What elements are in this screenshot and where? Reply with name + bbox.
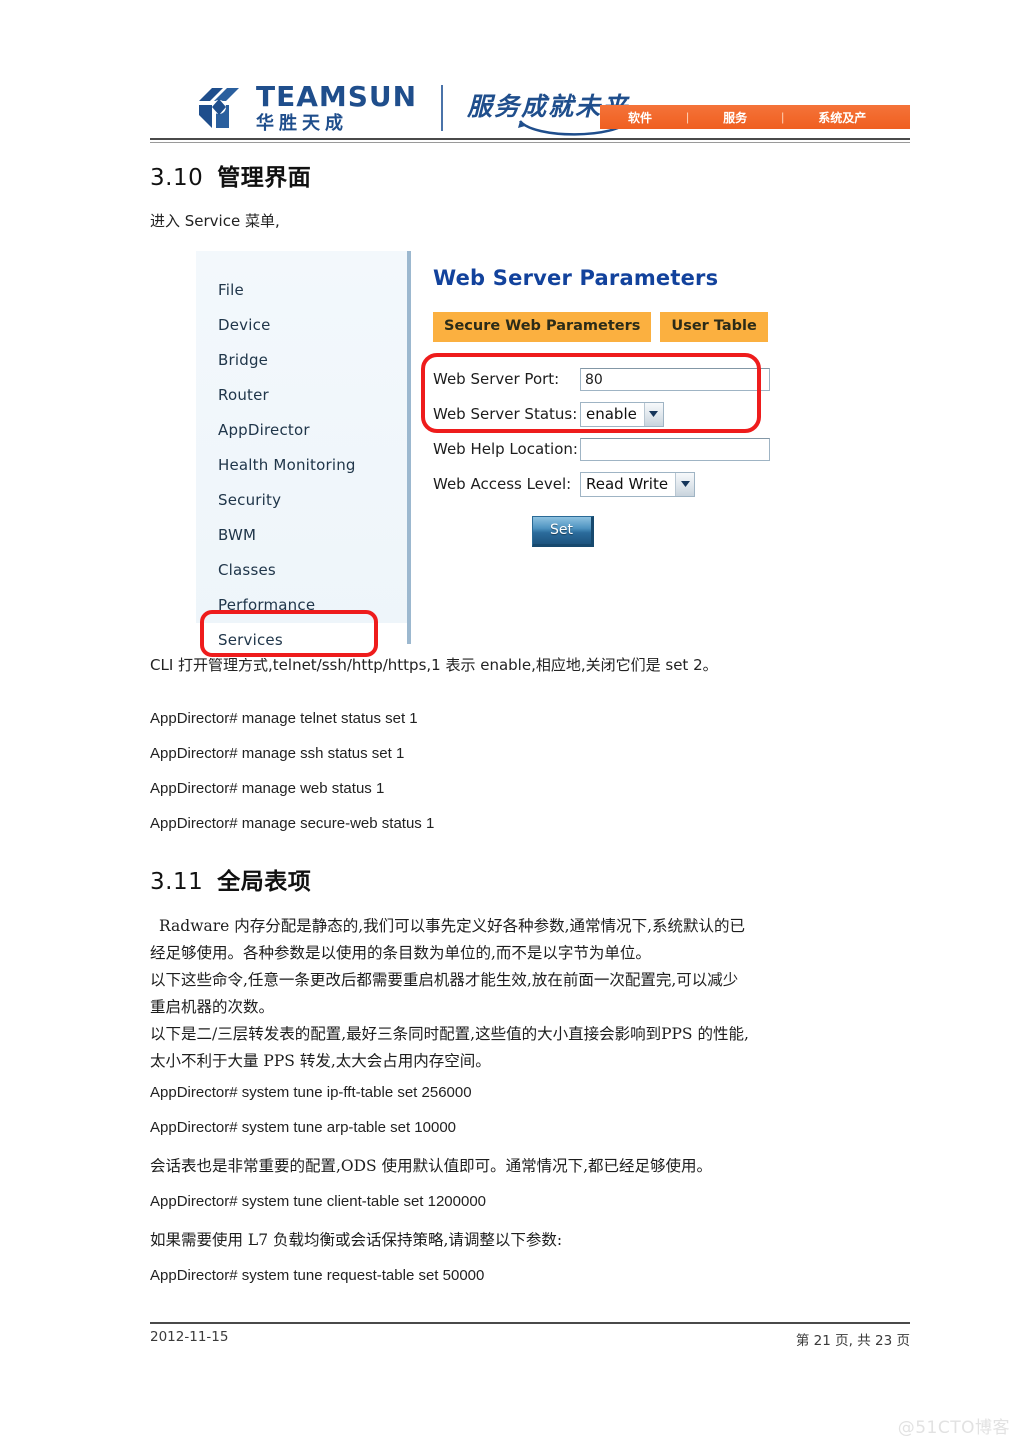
sidebar-item-bridge[interactable]: Bridge <box>196 343 407 378</box>
embedded-app-screenshot: File Device Bridge Router AppDirector He… <box>196 251 800 659</box>
tab-user-table[interactable]: User Table <box>660 312 768 342</box>
web-server-status-label: Web Server Status: <box>433 405 578 424</box>
section-number: 3.10 <box>150 165 204 191</box>
section-311-para-2: 经足够使用。各种参数是以使用的条目数为单位的,而不是以字节为单位。 <box>150 943 651 962</box>
brand-nav-bar: 软件 | 服务 | 系统及产 <box>600 105 910 129</box>
nav-separator: | <box>686 110 690 124</box>
panel-title: Web Server Parameters <box>433 266 719 291</box>
web-help-location-input[interactable] <box>580 437 770 461</box>
panel-tabs: Secure Web Parameters User Table <box>433 312 800 342</box>
header-rule-bottom <box>150 142 910 143</box>
section-311-para-1: Radware 内存分配是静态的,我们可以事先定义好各种参数,通常情况下,系统默… <box>159 916 745 935</box>
brand-name-en: TEAMSUN <box>256 80 418 113</box>
footer-date: 2012-11-15 <box>150 1329 229 1345</box>
section-311-para-6: 太小不利于大量 PPS 转发,太大会占用内存空间。 <box>150 1052 491 1071</box>
sidebar-item-router[interactable]: Router <box>196 378 407 413</box>
command-manage-ssh: AppDirector# manage ssh status set 1 <box>150 744 405 762</box>
section-heading-310: 3.10 管理界面 <box>150 158 910 192</box>
logo-divider <box>441 85 444 131</box>
command-tune-request-table: AppDirector# system tune request-table s… <box>150 1267 485 1285</box>
brand-name-cn: 华胜天成 <box>256 113 348 134</box>
app-sidebar: File Device Bridge Router AppDirector He… <box>196 251 411 659</box>
footer-row: 2012-11-15 第 21 页, 共 23 页 <box>150 1324 910 1349</box>
web-access-level-value: Read Write <box>586 474 669 493</box>
sidebar-item-performance[interactable]: Performance <box>196 588 407 623</box>
section-311-para-5: 以下是二/三层转发表的配置,最好三条同时配置,这些值的大小直接会影响到PPS 的… <box>150 1024 749 1043</box>
nav-item-service[interactable]: 服务 <box>719 109 751 126</box>
footer-page-number: 第 21 页, 共 23 页 <box>795 1333 910 1349</box>
document-body: 3.10 管理界面 进入 Service 菜单, File Device Brid… <box>150 158 910 1302</box>
sidebar-item-bwm[interactable]: BWM <box>196 518 407 553</box>
header-rule-top <box>150 138 910 140</box>
chevron-down-icon <box>675 472 695 496</box>
sidebar-item-security[interactable]: Security <box>196 483 407 518</box>
command-tune-client-table: AppDirector# system tune client-table se… <box>150 1193 487 1211</box>
web-access-level-select[interactable]: Read Write <box>580 471 696 497</box>
app-sidebar-menu: File Device Bridge Router AppDirector He… <box>196 251 407 659</box>
set-button[interactable]: Set <box>531 515 594 547</box>
page-header: TEAMSUN 华胜天成 服务成就未来 软件 | 服务 | 系统及产 <box>0 0 1028 143</box>
sidebar-item-classes[interactable]: Classes <box>196 553 407 588</box>
app-main-panel: Web Server Parameters Secure Web Paramet… <box>415 251 800 645</box>
web-help-location-label: Web Help Location: <box>433 440 578 459</box>
chevron-down-icon <box>643 402 663 426</box>
l7-note: 如果需要使用 L7 负载均衡或会话保持策略,请调整以下参数: <box>150 1231 563 1250</box>
page-footer: 2012-11-15 第 21 页, 共 23 页 <box>150 1322 910 1349</box>
section-heading-311: 3.11 全局表项 <box>150 862 910 896</box>
brand-wordmark: TEAMSUN 华胜天成 <box>256 83 417 133</box>
section-311-para-4: 重启机器的次数。 <box>150 997 275 1016</box>
command-manage-telnet: AppDirector# manage telnet status set 1 <box>150 709 418 727</box>
section-310-intro: 进入 Service 菜单, <box>150 212 280 230</box>
command-manage-secure-web: AppDirector# manage secure-web status 1 <box>150 814 435 832</box>
web-server-parameters-form: Web Server Port: 80 Web Server Status: e… <box>421 352 778 547</box>
set-button-row: Set <box>433 515 778 547</box>
form-row-help-location: Web Help Location: <box>433 432 778 467</box>
sidebar-item-services[interactable]: Services <box>196 623 407 659</box>
sidebar-item-device[interactable]: Device <box>196 308 407 343</box>
web-access-level-label: Web Access Level: <box>433 475 572 494</box>
web-server-status-select[interactable]: enable <box>580 401 664 427</box>
web-server-port-input[interactable]: 80 <box>580 367 770 391</box>
sidebar-item-file[interactable]: File <box>196 273 407 308</box>
teamsun-logo-icon <box>199 88 239 128</box>
section-311-para-3: 以下这些命令,任意一条更改后都需要重启机器才能生效,放在前面一次配置完,可以减少 <box>150 970 739 989</box>
command-manage-web: AppDirector# manage web status 1 <box>150 779 385 797</box>
web-server-status-value: enable <box>586 404 637 423</box>
command-tune-arp-table: AppDirector# system tune arp-table set 1… <box>150 1119 456 1137</box>
nav-item-systems[interactable]: 系统及产 <box>814 109 870 126</box>
section-title: 管理界面 <box>217 165 312 191</box>
tab-secure-web-parameters[interactable]: Secure Web Parameters <box>433 312 652 342</box>
command-tune-ip-fft-table: AppDirector# system tune ip-fft-table se… <box>150 1084 472 1102</box>
form-row-access-level: Web Access Level: Read Write <box>433 467 778 502</box>
form-row-status: Web Server Status: enable <box>433 397 778 432</box>
nav-separator: | <box>781 110 785 124</box>
sidebar-item-health-monitoring[interactable]: Health Monitoring <box>196 448 407 483</box>
nav-item-software[interactable]: 软件 <box>624 109 656 126</box>
form-row-port: Web Server Port: 80 <box>433 362 778 397</box>
section-title: 全局表项 <box>217 868 312 895</box>
session-table-note: 会话表也是非常重要的配置,ODS 使用默认值即可。通常情况下,都已经足够使用。 <box>150 1157 713 1176</box>
web-server-port-label: Web Server Port: <box>433 370 560 389</box>
section-number: 3.11 <box>150 868 204 895</box>
sidebar-item-appdirector[interactable]: AppDirector <box>196 413 407 448</box>
site-watermark: @51CTO博客 <box>897 1418 1010 1438</box>
